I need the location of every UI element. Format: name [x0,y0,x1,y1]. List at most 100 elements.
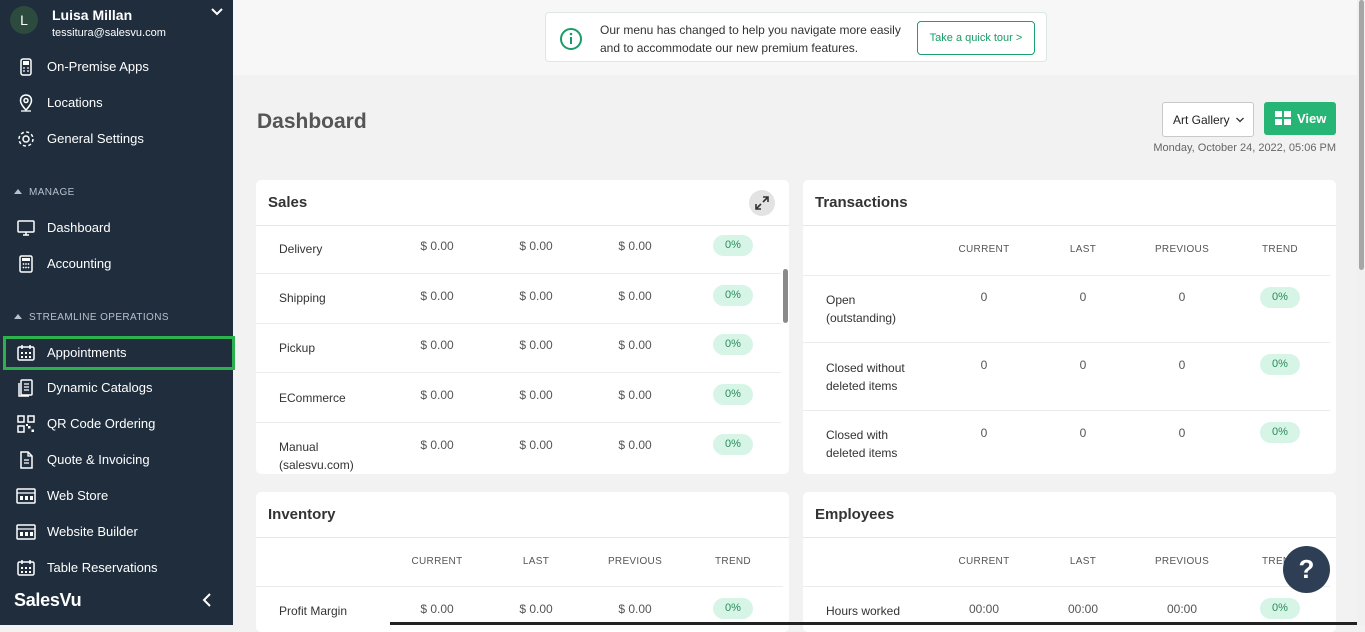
page-scrollbar-thumb[interactable] [1359,0,1364,270]
user-menu[interactable]: L Luisa Millan tessitura@salesvu.com [0,0,233,50]
gear-icon [18,131,34,147]
web-store-icon [16,488,36,504]
trend-badge: 0% [1260,354,1300,375]
notice-message: Our menu has changed to help you navigat… [600,23,901,55]
sidebar-item-label: QR Code Ordering [47,416,156,431]
brand-logo: SalesVu [14,590,82,610]
monitor-icon [17,220,35,236]
column-header: LAST [1069,556,1097,567]
row-label: ECommerce [279,391,346,405]
card-title: Sales [268,194,308,211]
row-label: Hours worked [826,604,901,618]
quick-tour-button[interactable]: Take a quick tour > [917,21,1035,55]
sidebar-item-on-premise-apps[interactable]: On-Premise Apps [0,52,233,82]
column-header: PREVIOUS [1154,244,1210,255]
trend-badge: 0% [713,434,753,455]
table-calendar-icon [17,560,35,576]
sidebar-item-label: Quote & Invoicing [47,452,150,467]
sidebar-item-qr-code-ordering[interactable]: QR Code Ordering [0,409,233,439]
column-header: PREVIOUS [1154,556,1210,567]
row-label: Closed with deleted items [826,428,898,460]
sidebar-item-website-builder[interactable]: Website Builder [0,517,233,547]
cell-current: $ 0.00 [420,438,454,452]
cell-current: 00:00 [968,602,1000,616]
cell-last: 0 [1079,358,1087,372]
menu-change-notice: Our menu has changed to help you navigat… [545,12,1047,62]
calendar-icon [17,345,35,361]
trend-badge: 0% [713,384,753,405]
employees-card: Employees CURRENT LAST PREVIOUS TREND Ho… [803,492,1336,632]
cell-previous: $ 0.00 [618,289,652,303]
cell-previous: 0 [1178,426,1186,440]
sales-scrollbar[interactable] [783,269,788,323]
sidebar-item-quote-invoicing[interactable]: Quote & Invoicing [0,445,233,475]
card-title: Transactions [815,194,908,211]
chevron-down-icon[interactable] [210,5,224,19]
section-streamline-operations[interactable]: STREAMLINE OPERATIONS [14,312,169,323]
sidebar-item-label: Accounting [47,256,112,271]
row-label: Closed without deleted items [826,361,905,393]
column-header: PREVIOUS [607,556,663,567]
cell-current: 0 [980,358,988,372]
sidebar-item-label: Website Builder [47,524,138,539]
sidebar-item-label: Dashboard [47,220,111,235]
sales-card: Sales Delivery $ 0.00 $ 0.00 $ 0.00 0% S… [256,180,789,474]
sidebar-item-appointments[interactable]: Appointments [3,336,235,370]
cell-previous: 0 [1178,290,1186,304]
cell-current: $ 0.00 [420,388,454,402]
catalog-icon [18,379,33,397]
expand-icon [755,196,769,210]
card-title: Inventory [268,506,336,523]
sidebar-item-locations[interactable]: Locations [0,88,233,118]
cell-previous: $ 0.00 [618,602,652,616]
chevron-left-icon[interactable] [200,592,214,608]
sidebar-item-label: Appointments [47,345,127,360]
sidebar-item-dynamic-catalogs[interactable]: Dynamic Catalogs [0,373,233,403]
cell-current: 0 [980,426,988,440]
cell-last: 0 [1079,290,1087,304]
help-button[interactable]: ? [1283,546,1330,593]
cell-last: 00:00 [1067,602,1099,616]
cell-current: $ 0.00 [420,239,454,253]
user-email: tessitura@salesvu.com [52,27,166,39]
column-header: CURRENT [411,556,463,567]
sidebar-item-label: On-Premise Apps [47,59,149,74]
info-icon [560,28,582,50]
cell-last: 0 [1079,426,1087,440]
cell-previous: $ 0.00 [618,388,652,402]
row-label: Manual (salesvu.com) [279,440,354,472]
view-button[interactable]: View [1264,102,1336,135]
cell-last: $ 0.00 [519,602,553,616]
trend-badge: 0% [1260,287,1300,308]
column-header: CURRENT [958,556,1010,567]
qr-code-icon [17,415,35,433]
cell-last: $ 0.00 [519,289,553,303]
current-datetime: Monday, October 24, 2022, 05:06 PM [1153,142,1336,154]
section-manage[interactable]: MANAGE [14,187,75,198]
column-header: CURRENT [958,244,1010,255]
sidebar-item-general-settings[interactable]: General Settings [0,124,233,154]
transactions-card: Transactions CURRENT LAST PREVIOUS TREND… [803,180,1336,474]
cell-previous: $ 0.00 [618,338,652,352]
sidebar: L Luisa Millan tessitura@salesvu.com On-… [0,0,235,625]
row-label: Pickup [279,341,316,355]
sidebar-item-label: Web Store [47,488,109,503]
cell-last: $ 0.00 [519,438,553,452]
trend-badge: 0% [713,235,753,256]
trend-badge: 0% [713,598,753,619]
expand-button[interactable] [749,190,775,216]
cell-current: 0 [980,290,988,304]
page-title: Dashboard [257,110,367,133]
cell-previous: $ 0.00 [618,438,652,452]
sidebar-item-label: Dynamic Catalogs [47,380,153,395]
sidebar-item-web-store[interactable]: Web Store [0,481,233,511]
sidebar-item-dashboard[interactable]: Dashboard [0,213,233,243]
sidebar-item-accounting[interactable]: Accounting [0,249,233,279]
trend-badge: 0% [1260,422,1300,443]
column-header: TREND [715,556,751,567]
sidebar-item-label: Locations [47,95,103,110]
row-label: Open (outstanding) [826,293,897,325]
grid-view-icon [1275,111,1291,125]
sidebar-item-table-reservations[interactable]: Table Reservations [0,553,233,583]
location-select[interactable]: Art Gallery [1162,102,1254,137]
